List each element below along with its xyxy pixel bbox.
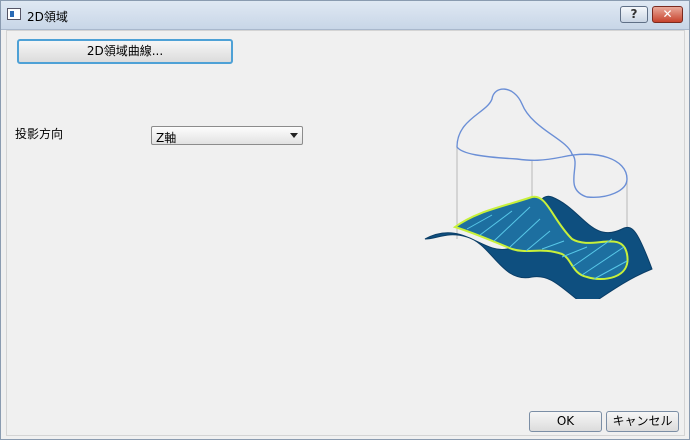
projection-illustration	[424, 88, 653, 299]
dialog-content: 2D領域曲線... 投影方向 Z軸 OK キャンセル	[6, 30, 685, 436]
cancel-button[interactable]: キャンセル	[606, 411, 679, 432]
chevron-down-icon	[290, 133, 298, 138]
help-button[interactable]: ?	[620, 6, 648, 23]
region-curve-button[interactable]: 2D領域曲線...	[17, 39, 233, 64]
dialog-window: 2D領域 ? ✕ 2D領域曲線... 投影方向 Z軸 OK キャンセル	[0, 0, 690, 440]
window-title: 2D領域	[27, 10, 68, 24]
window-app-icon	[7, 8, 21, 20]
title-bar[interactable]: 2D領域 ? ✕	[1, 1, 689, 30]
projection-direction-select[interactable]: Z軸	[151, 126, 303, 145]
close-button[interactable]: ✕	[652, 6, 683, 23]
ok-button[interactable]: OK	[529, 411, 602, 432]
projection-direction-label: 投影方向	[15, 127, 64, 141]
top-curve-outline	[456, 88, 628, 198]
projection-direction-value: Z軸	[156, 131, 177, 145]
